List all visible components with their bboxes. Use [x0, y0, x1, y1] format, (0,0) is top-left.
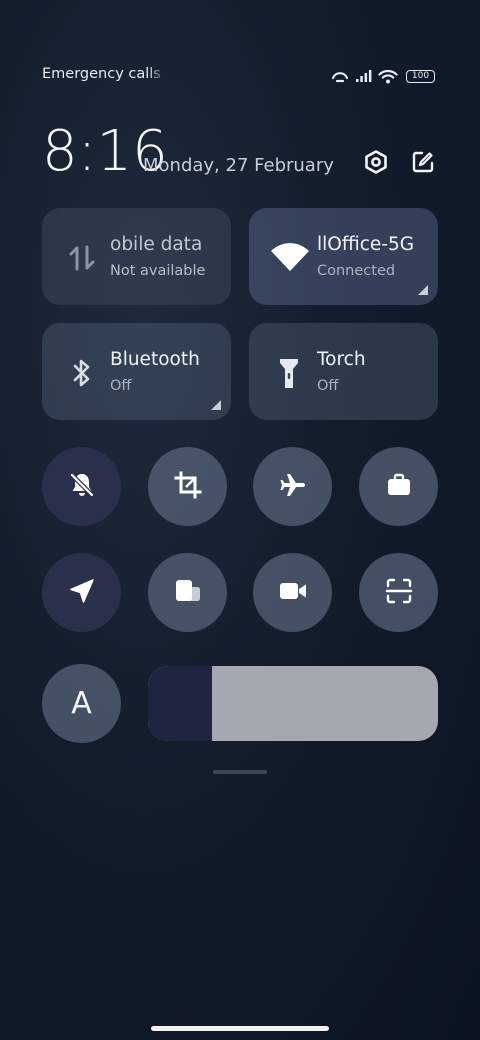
edit-button[interactable]	[409, 150, 437, 178]
tile-bluetooth[interactable]: Bluetooth Off	[42, 323, 231, 420]
status-icons: 100	[330, 66, 435, 86]
toggle-screen-record[interactable]	[253, 553, 332, 632]
toggle-scanner[interactable]	[359, 553, 438, 632]
toggle-screenshot[interactable]	[148, 447, 227, 526]
tile-wifi[interactable]: llOffice-5G Connected	[249, 208, 438, 305]
clock-date: Monday, 27 February	[143, 155, 334, 176]
signal-icon	[356, 69, 372, 83]
status-carrier-text: Emergency calls o	[42, 66, 167, 82]
tile-title: Torch	[317, 349, 366, 370]
torch-icon	[271, 355, 307, 391]
toggle-work[interactable]	[359, 447, 438, 526]
video-camera-icon	[278, 579, 308, 607]
expand-corner-icon[interactable]	[418, 285, 428, 295]
panel-drag-handle[interactable]	[213, 770, 267, 774]
settings-button[interactable]	[362, 150, 390, 178]
brightness-slider[interactable]	[148, 666, 438, 741]
tile-torch[interactable]: Torch Off	[249, 323, 438, 420]
tile-title: Bluetooth	[110, 349, 200, 370]
crop-icon	[174, 471, 202, 503]
edit-icon	[411, 150, 435, 178]
auto-brightness-button[interactable]: A	[42, 664, 121, 743]
settings-hexagon-icon	[363, 149, 389, 179]
wifi-icon	[269, 240, 311, 276]
hotspot-icon	[330, 68, 350, 84]
bell-off-icon	[68, 471, 96, 503]
cast-screens-icon	[173, 577, 203, 609]
expand-corner-icon[interactable]	[211, 400, 221, 410]
bluetooth-icon	[64, 355, 100, 391]
data-arrows-icon	[64, 240, 100, 276]
battery-icon: 100	[406, 69, 435, 83]
location-arrow-icon	[68, 577, 96, 609]
toggle-cast[interactable]	[148, 553, 227, 632]
tile-mobile-data[interactable]: obile data Not available	[42, 208, 231, 305]
tile-title: llOffice-5G	[317, 234, 415, 255]
airplane-icon	[279, 471, 307, 503]
toggle-mute[interactable]	[42, 447, 121, 526]
scan-icon	[385, 577, 413, 609]
toggle-location[interactable]	[42, 553, 121, 632]
brightness-fill	[148, 666, 212, 741]
wifi-icon	[378, 69, 398, 84]
home-indicator[interactable]	[151, 1026, 329, 1031]
tile-subtitle: Off	[317, 378, 339, 394]
auto-brightness-label: A	[71, 686, 92, 721]
tile-title: obile data	[110, 234, 203, 255]
briefcase-icon	[385, 471, 413, 503]
tile-subtitle: Not available	[110, 263, 206, 279]
toggle-airplane[interactable]	[253, 447, 332, 526]
tile-subtitle: Connected	[317, 263, 396, 279]
tile-subtitle: Off	[110, 378, 132, 394]
